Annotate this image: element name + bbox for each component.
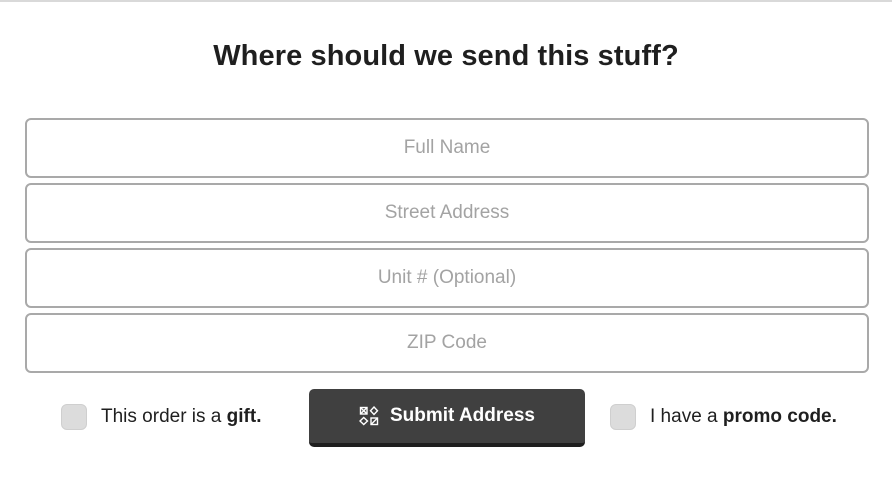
address-grid-icon — [359, 406, 379, 426]
address-modal: Where should we send this stuff? This or… — [0, 0, 892, 498]
submit-address-label: Submit Address — [390, 405, 535, 426]
page-title: Where should we send this stuff? — [213, 40, 679, 72]
gift-label-prefix: This order is a — [101, 406, 227, 427]
promo-option[interactable]: I have a promo code. — [610, 404, 837, 430]
gift-option[interactable]: This order is a gift. — [61, 404, 261, 430]
zip-code-input[interactable] — [25, 313, 869, 373]
promo-label-prefix: I have a — [650, 406, 723, 427]
promo-label[interactable]: I have a promo code. — [650, 406, 837, 428]
submit-address-button[interactable]: Submit Address — [309, 389, 585, 447]
street-address-input[interactable] — [25, 183, 869, 243]
promo-label-bold: promo code. — [722, 406, 837, 427]
full-name-input[interactable] — [25, 118, 869, 178]
gift-label-bold: gift. — [226, 406, 262, 427]
unit-input[interactable] — [25, 248, 869, 308]
gift-label[interactable]: This order is a gift. — [101, 406, 261, 428]
gift-checkbox[interactable] — [61, 404, 87, 430]
promo-checkbox[interactable] — [610, 404, 636, 430]
